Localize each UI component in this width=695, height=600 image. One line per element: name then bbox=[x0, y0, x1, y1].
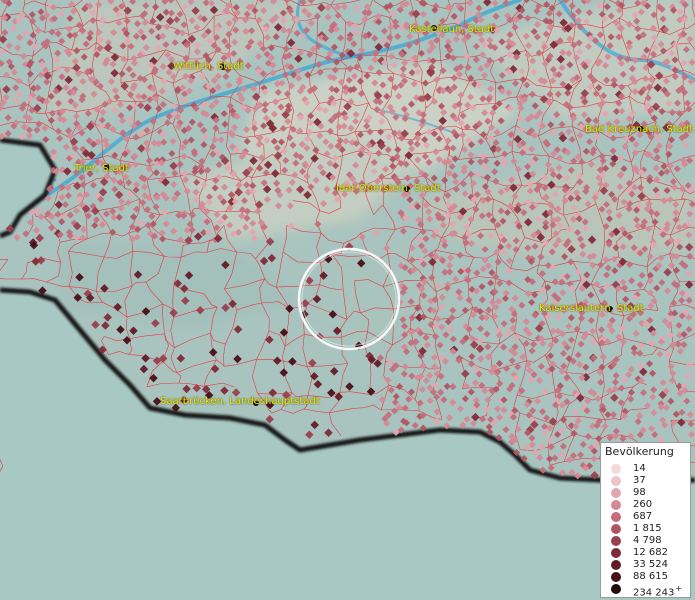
legend-swatch-3 bbox=[611, 500, 621, 510]
legend-label-2: 98 bbox=[633, 487, 646, 498]
map-graphic[interactable] bbox=[0, 0, 695, 600]
legend-label-0: 14 bbox=[633, 463, 646, 474]
legend-label-1: 37 bbox=[633, 475, 646, 486]
legend-label-9: 88 615 bbox=[633, 571, 668, 582]
city-label-wittlich: Wittlich, Stadt bbox=[173, 61, 244, 72]
legend-label-5: 1 815 bbox=[633, 523, 662, 534]
legend-swatch-5 bbox=[611, 524, 621, 534]
legend-label-10: 234 243+ bbox=[633, 583, 682, 599]
legend-swatch-9 bbox=[611, 572, 621, 582]
legend-panel: Bevölkerung 14 37 98 260 687 1 815 4 798 bbox=[600, 442, 691, 598]
legend-label-8: 33 524 bbox=[633, 559, 668, 570]
city-label-idar-oberstein: Idar-Oberstein, Stadt bbox=[336, 183, 441, 194]
map-canvas[interactable]: Kastellaun, Stadt Wittlich, Stadt Bad Kr… bbox=[0, 0, 695, 600]
legend-label-10-value: 234 243 bbox=[633, 587, 675, 599]
legend-swatch-1 bbox=[611, 476, 621, 486]
legend-swatch-4 bbox=[611, 512, 621, 522]
city-label-bad-kreuznach: Bad Kreuznach, Stadt bbox=[585, 124, 694, 135]
legend-swatch-10 bbox=[611, 584, 621, 594]
legend-label-7: 12 682 bbox=[633, 547, 668, 558]
legend-swatch-0 bbox=[611, 464, 621, 474]
legend-title: Bevölkerung bbox=[605, 445, 674, 458]
legend-swatch-6 bbox=[611, 536, 621, 546]
legend-swatch-8 bbox=[611, 560, 621, 570]
legend-label-3: 260 bbox=[633, 499, 653, 510]
legend-swatch-7 bbox=[611, 548, 621, 558]
legend-swatch-2 bbox=[611, 488, 621, 498]
city-label-saarbruecken: Saarbrücken, Landeshauptstadt bbox=[160, 396, 320, 407]
legend-label-6: 4 798 bbox=[633, 535, 662, 546]
legend-label-4: 687 bbox=[633, 511, 653, 522]
city-label-trier: Trier, Stadt bbox=[74, 163, 129, 174]
city-label-kaiserslautern: Kaiserslautern, Stadt bbox=[539, 303, 644, 314]
city-label-kastellaun: Kastellaun, Stadt bbox=[409, 24, 495, 35]
legend-plus-mark: + bbox=[675, 584, 683, 593]
